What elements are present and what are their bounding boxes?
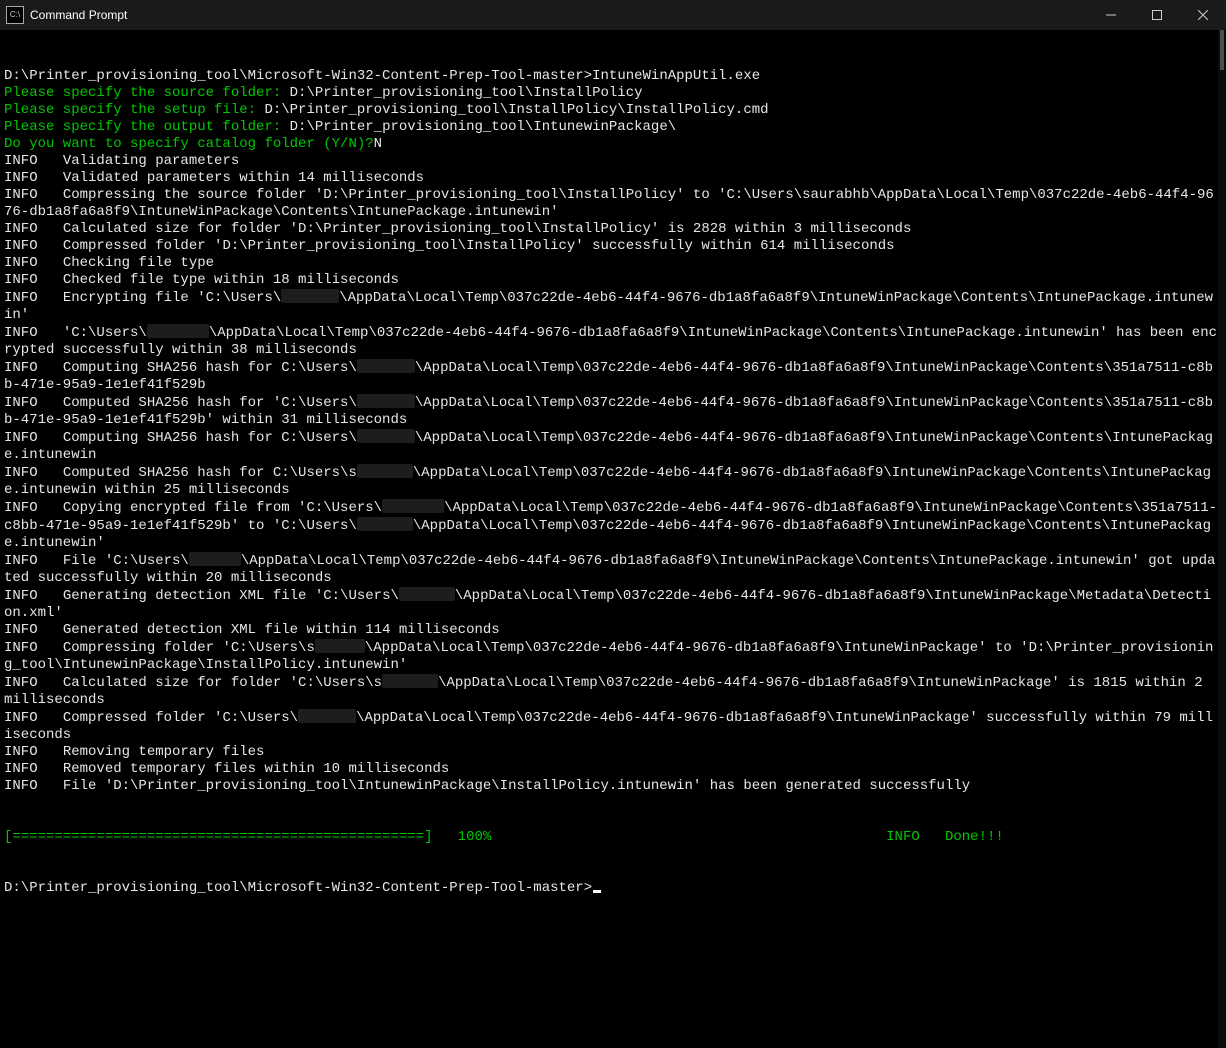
client-area: D:\Printer_provisioning_tool\Microsoft-W… [0,30,1226,1048]
scrollbar-thumb[interactable] [1220,30,1224,70]
redacted-user [357,394,415,408]
redacted-user [147,324,209,338]
redacted-user [357,429,415,443]
cursor [593,890,601,893]
redacted-user [357,517,413,531]
maximize-icon [1152,10,1162,20]
close-icon [1198,10,1208,20]
vertical-scrollbar[interactable] [1218,30,1226,1048]
redacted-user [281,289,339,303]
final-prompt: D:\Printer_provisioning_tool\Microsoft-W… [4,880,592,896]
minimize-icon [1106,10,1116,20]
redacted-user [315,639,365,653]
progress-bar: [=======================================… [4,829,491,845]
redacted-user [399,587,455,601]
titlebar[interactable]: C:\ Command Prompt [0,0,1226,30]
cmd-icon: C:\ [6,6,24,24]
minimize-button[interactable] [1088,0,1134,30]
window-title: Command Prompt [30,8,127,22]
progress-info: INFO [886,829,920,845]
redacted-user [382,674,438,688]
progress-done: Done!!! [920,829,1004,845]
redacted-user [189,552,241,566]
terminal-output[interactable]: D:\Printer_provisioning_tool\Microsoft-W… [0,30,1218,1048]
maximize-button[interactable] [1134,0,1180,30]
redacted-user [382,499,444,513]
prompt-line: D:\Printer_provisioning_tool\Microsoft-W… [4,68,1217,896]
redacted-user [298,709,356,723]
redacted-user [357,359,415,373]
command-prompt-window: C:\ Command Prompt D:\Printer_provisioni… [0,0,1226,1048]
redacted-user [357,464,413,478]
close-button[interactable] [1180,0,1226,30]
